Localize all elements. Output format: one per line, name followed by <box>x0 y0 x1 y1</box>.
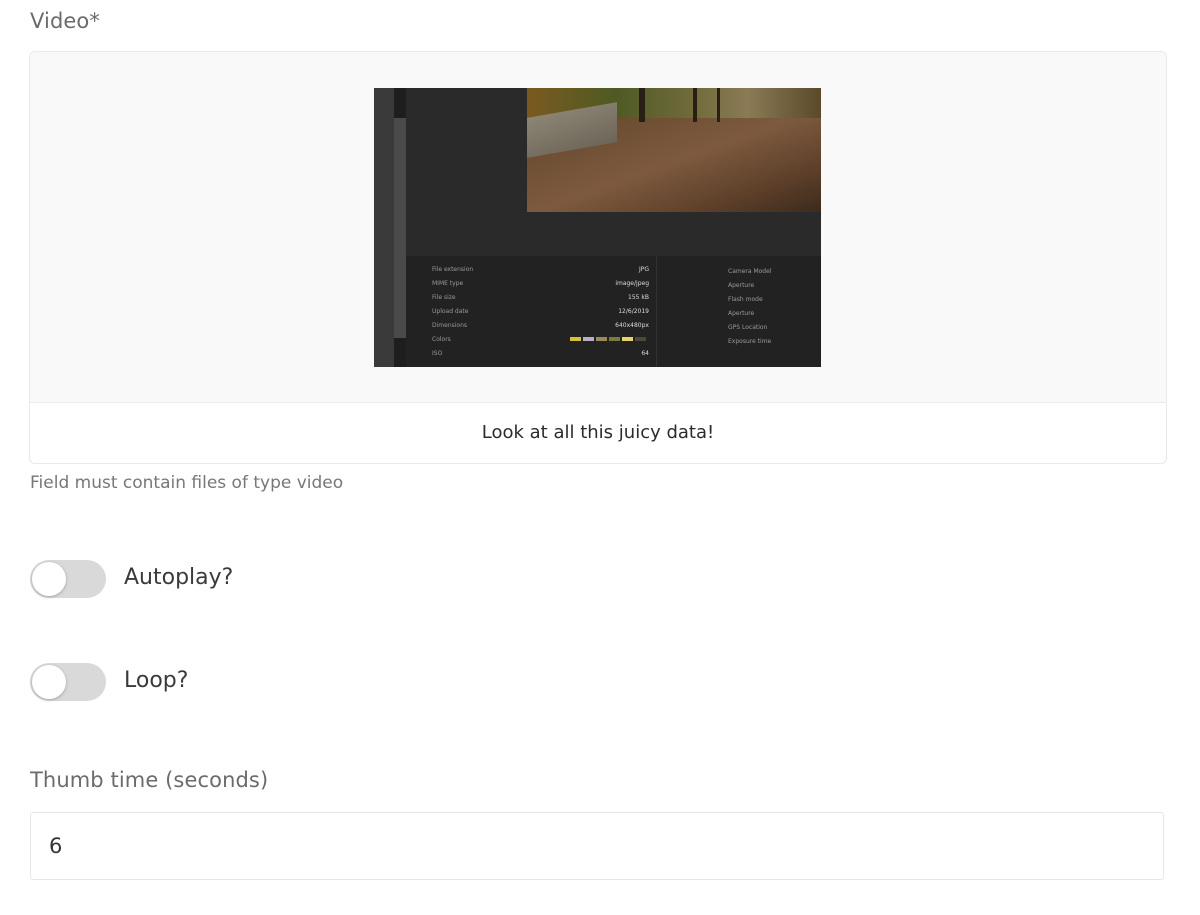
meta-label-right: GPS Location <box>728 324 768 331</box>
autoplay-toggle[interactable] <box>30 560 106 598</box>
meta-label: File extension <box>432 266 474 273</box>
toggle-knob <box>32 665 66 699</box>
thumbnail-sidebar-strip <box>374 88 406 367</box>
meta-label: ISO <box>432 350 443 357</box>
meta-value: 12/6/2019 <box>618 308 649 315</box>
video-block-form: Video* File extension MIME type File siz… <box>0 0 1200 915</box>
color-swatch <box>609 337 620 341</box>
toggle-knob <box>32 562 66 596</box>
meta-label: Colors <box>432 336 451 343</box>
meta-label-right: Flash mode <box>728 296 763 303</box>
meta-value: 155 kB <box>628 294 649 301</box>
loop-toggle[interactable] <box>30 663 106 701</box>
thumb-time-input[interactable] <box>30 812 1164 880</box>
thumb-time-label: Thumb time (seconds) <box>30 768 269 792</box>
color-swatch <box>622 337 633 341</box>
meta-label: MIME type <box>432 280 464 287</box>
meta-label: File size <box>432 294 456 301</box>
video-help-text: Field must contain files of type video <box>30 473 344 493</box>
meta-value: JPG <box>638 266 649 273</box>
meta-label-right: Camera Model <box>728 268 772 275</box>
color-swatch <box>635 337 646 341</box>
meta-label: Dimensions <box>432 322 468 329</box>
video-caption: Look at all this juicy data! <box>481 422 715 443</box>
autoplay-label[interactable]: Autoplay? <box>124 565 233 590</box>
color-swatch <box>583 337 594 341</box>
color-swatch <box>570 337 581 341</box>
video-thumbnail[interactable]: File extension MIME type File size Uploa… <box>374 88 821 367</box>
meta-label-right: Exposure time <box>728 338 772 345</box>
meta-value: 640x480px <box>615 322 649 329</box>
meta-label-right: Aperture <box>728 310 755 317</box>
meta-label-right: Aperture <box>728 282 755 289</box>
meta-value: image/jpeg <box>615 280 649 287</box>
meta-value: 64 <box>641 350 649 357</box>
loop-label[interactable]: Loop? <box>124 668 188 693</box>
video-preview-area[interactable]: File extension MIME type File size Uploa… <box>30 52 1166 403</box>
meta-label: Upload date <box>432 308 469 315</box>
video-upload-card[interactable]: File extension MIME type File size Uploa… <box>29 51 1167 464</box>
color-swatch <box>596 337 607 341</box>
thumbnail-photo <box>527 88 821 212</box>
video-field-label: Video* <box>30 9 100 33</box>
